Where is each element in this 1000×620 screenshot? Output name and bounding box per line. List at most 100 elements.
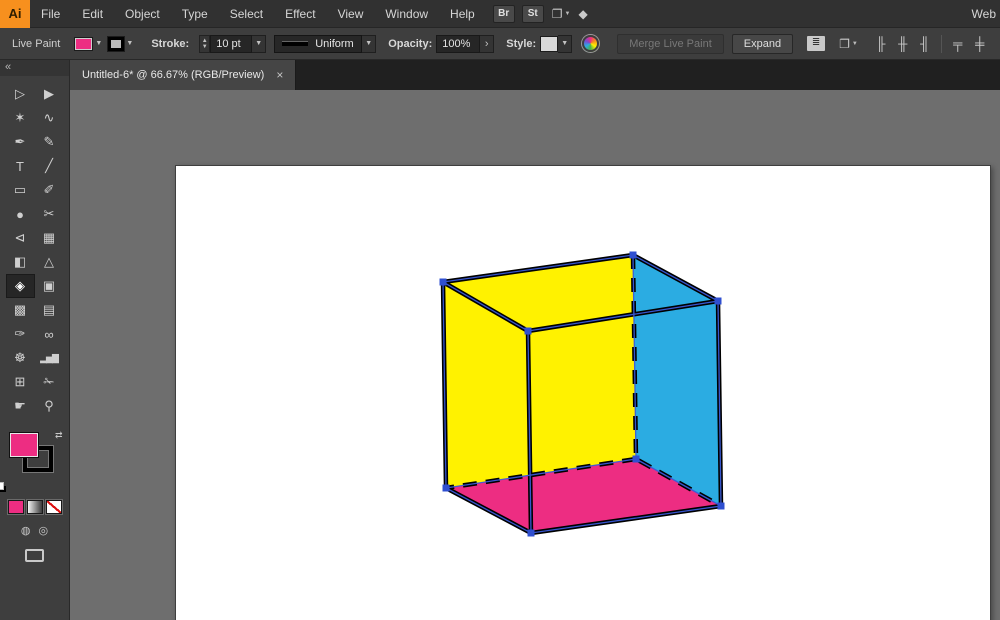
stroke-weight-label: Stroke:: [151, 37, 190, 50]
tool-type[interactable]: T: [6, 154, 35, 178]
stroke-color-control[interactable]: ▼: [108, 36, 135, 52]
arrange-documents-button[interactable]: ❐ ▼: [552, 7, 571, 21]
menu-object[interactable]: Object: [114, 0, 171, 28]
tool-free-transform[interactable]: ▦: [35, 226, 64, 250]
tool-gradient[interactable]: ▤: [35, 298, 64, 322]
tool-zoom[interactable]: ⚲: [35, 394, 64, 418]
type-icon: T: [16, 158, 24, 174]
menu-effect[interactable]: Effect: [274, 0, 326, 28]
tool-width-tool[interactable]: ⊲: [6, 226, 35, 250]
align-horizontal-center-icon[interactable]: ╫: [892, 36, 914, 51]
tool-line-segment[interactable]: ╱: [35, 154, 64, 178]
fill-color-control[interactable]: ▼: [74, 36, 104, 52]
tool-perspective-grid[interactable]: △: [35, 250, 64, 274]
menu-select[interactable]: Select: [219, 0, 274, 28]
tool-slice[interactable]: ✁: [35, 370, 64, 394]
tool-hand[interactable]: ☛: [6, 394, 35, 418]
blob-brush-icon: ●: [16, 206, 24, 222]
fill-swatch[interactable]: [8, 432, 39, 458]
stroke-weight-dropdown[interactable]: ▼: [252, 34, 267, 53]
distribute-vertical-icon[interactable]: ╪: [969, 36, 991, 51]
menu-view[interactable]: View: [327, 0, 375, 28]
menu-help[interactable]: Help: [439, 0, 486, 28]
tool-blend[interactable]: ∞: [35, 322, 64, 346]
tool-rectangle[interactable]: ▭: [6, 178, 35, 202]
tool-symbol-sprayer[interactable]: ☸: [6, 346, 35, 370]
tool-artboard[interactable]: ⊞: [6, 370, 35, 394]
anchor-point[interactable]: [629, 251, 637, 259]
color-button[interactable]: [7, 500, 24, 514]
tool-pen[interactable]: ✒: [6, 130, 35, 154]
draw-normal-icon[interactable]: ◍: [21, 524, 31, 537]
menu-edit[interactable]: Edit: [71, 0, 114, 28]
tool-column-graph[interactable]: ▂▅▇: [35, 346, 64, 370]
anchor-point[interactable]: [439, 278, 447, 286]
document-tab[interactable]: Untitled-6* @ 66.67% (RGB/Preview) ×: [70, 60, 297, 90]
tool-pencil[interactable]: ✎: [35, 130, 64, 154]
rectangle-icon: ▭: [13, 182, 27, 197]
stroke-color-swatch[interactable]: [108, 36, 125, 51]
stepper-down-icon[interactable]: ▼: [202, 44, 208, 50]
chevron-down-icon[interactable]: ▼: [93, 36, 104, 52]
screen-mode-icon[interactable]: [25, 549, 44, 562]
anchor-point[interactable]: [442, 484, 450, 492]
stroke-weight-stepper[interactable]: ▲ ▼: [199, 34, 211, 53]
variable-width-profile-dropdown[interactable]: Uniform: [274, 34, 363, 53]
opacity-label: Opacity:: [388, 37, 433, 50]
blend-icon: ∞: [44, 326, 54, 342]
draw-behind-icon[interactable]: ◎: [39, 524, 49, 537]
gradient-button[interactable]: [26, 500, 43, 514]
align-horizontal-right-icon[interactable]: ╢: [914, 36, 936, 51]
opacity-input[interactable]: 100%: [436, 34, 481, 53]
anchor-point[interactable]: [714, 297, 722, 305]
stroke-weight-input[interactable]: 10 pt: [210, 34, 253, 53]
graphic-style-swatch[interactable]: [540, 35, 559, 52]
canvas[interactable]: [70, 90, 1000, 620]
menu-file[interactable]: File: [30, 0, 71, 28]
expand-button[interactable]: Expand: [731, 33, 794, 54]
width-profile-chevron[interactable]: ▼: [362, 34, 377, 53]
tool-blob-brush[interactable]: ●: [6, 202, 35, 226]
tool-mesh[interactable]: ▩: [6, 298, 35, 322]
shape-builder-icon: ◧: [13, 254, 27, 269]
anchor-point[interactable]: [717, 502, 725, 510]
tool-shape-builder[interactable]: ◧: [6, 250, 35, 274]
tool-selection[interactable]: ▷: [6, 82, 35, 106]
tool-live-paint-bucket[interactable]: ◈: [5, 274, 35, 298]
menu-window[interactable]: Window: [374, 0, 439, 28]
menu-bar: Ai File Edit Object Type Select Effect View Win…: [0, 0, 1000, 28]
chevron-down-icon[interactable]: ▼: [124, 36, 135, 52]
tool-direct-selection[interactable]: ▶: [35, 82, 64, 106]
anchor-point[interactable]: [632, 455, 640, 463]
tool-paintbrush[interactable]: ✐: [35, 178, 64, 202]
graphic-style-dropdown[interactable]: ▼: [558, 34, 573, 53]
align-vertical-top-icon[interactable]: ╤: [947, 36, 969, 51]
swap-fill-stroke-icon[interactable]: ⇄: [55, 430, 63, 441]
tool-live-paint-selection[interactable]: ▣: [35, 274, 64, 298]
tool-magic-wand[interactable]: ✶: [6, 106, 35, 130]
anchor-point[interactable]: [524, 327, 532, 335]
close-icon[interactable]: ×: [276, 68, 283, 82]
menu-type[interactable]: Type: [171, 0, 219, 28]
workspace-switcher[interactable]: Web: [962, 7, 1000, 21]
default-fill-stroke-icon[interactable]: [0, 482, 4, 490]
fill-color-swatch[interactable]: [74, 36, 94, 51]
panel-options-icon[interactable]: ≣: [807, 36, 826, 51]
cube-artwork[interactable]: [70, 90, 1000, 620]
collapse-panel-icon[interactable]: «: [5, 61, 11, 73]
stock-button[interactable]: St: [521, 4, 544, 23]
document-tab-title: Untitled-6* @ 66.67% (RGB/Preview): [82, 69, 265, 81]
tool-lasso[interactable]: ∿: [35, 106, 64, 130]
cs-live-button[interactable]: ◆: [578, 7, 587, 21]
tool-scissors[interactable]: ✂: [35, 202, 64, 226]
align-horizontal-left-icon[interactable]: ╟: [870, 36, 892, 51]
recolor-artwork-icon[interactable]: [582, 35, 600, 52]
bridge-button[interactable]: Br: [492, 4, 515, 23]
anchor-point[interactable]: [527, 529, 535, 537]
document-setup-button[interactable]: ❐ ▼: [839, 37, 858, 51]
tool-eyedropper[interactable]: ✑: [6, 322, 35, 346]
opacity-panel-arrow[interactable]: ›: [480, 34, 495, 53]
none-button[interactable]: [45, 500, 62, 514]
drawing-mode-controls: ◍ ◎: [21, 524, 48, 537]
illustrator-window: Ai File Edit Object Type Select Effect View Win…: [0, 0, 1000, 620]
